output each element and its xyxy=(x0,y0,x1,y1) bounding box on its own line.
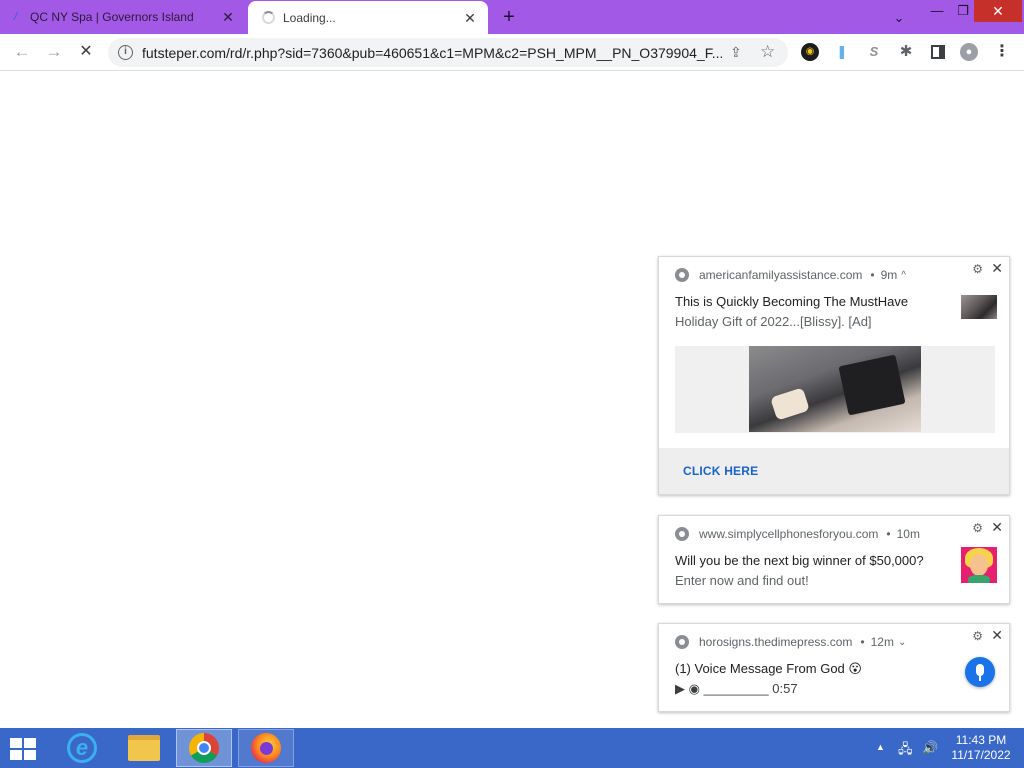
internet-explorer-taskbar-button[interactable]: e xyxy=(54,729,110,767)
notification-time: 9m xyxy=(880,268,898,282)
chrome-small-icon xyxy=(675,527,689,541)
notification-close-icon[interactable]: ✕ xyxy=(991,519,1003,536)
new-tab-button[interactable]: + xyxy=(498,6,520,28)
clock-time: 11:43 PM xyxy=(955,733,1007,747)
notification-header: www.simplycellphonesforyou.com • 10m xyxy=(675,526,920,542)
site-info-icon[interactable]: i xyxy=(118,45,133,60)
notification-action-bar: CLICK HERE xyxy=(659,448,1009,494)
collapse-chevron-icon[interactable]: ^ xyxy=(901,270,906,281)
chrome-small-icon xyxy=(675,268,689,282)
start-tile xyxy=(24,738,36,748)
tab-loading[interactable]: Loading... ✕ xyxy=(248,1,488,34)
system-clock[interactable]: 11:43 PM 11/17/2022 xyxy=(948,733,1014,763)
loading-spinner-icon xyxy=(262,11,275,24)
notification-site: americanfamilyassistance.com xyxy=(699,268,863,282)
separator-dot: • xyxy=(860,635,865,649)
chrome-taskbar-button[interactable] xyxy=(176,729,232,767)
volume-icon[interactable]: 🔊 xyxy=(922,740,938,756)
side-panel-icon[interactable] xyxy=(929,43,947,61)
settings-gear-icon[interactable]: ⚙ xyxy=(972,521,983,535)
separator-dot: • xyxy=(870,268,875,282)
network-icon[interactable]: 🖧 xyxy=(898,740,913,762)
notification-header: horosigns.thedimepress.com • 12m ⌄ xyxy=(675,634,906,650)
window-close-button[interactable]: ✕ xyxy=(974,0,1022,22)
firefox-taskbar-button[interactable] xyxy=(238,729,294,767)
extension-icon-1[interactable]: ◉ xyxy=(801,43,819,61)
clock-date: 11/17/2022 xyxy=(951,748,1011,762)
tab-qc-ny-spa[interactable]: / QC NY Spa | Governors Island ✕ xyxy=(0,0,246,34)
back-arrow-icon[interactable]: ← xyxy=(10,40,34,64)
forward-arrow-icon[interactable]: → xyxy=(42,40,66,64)
settings-gear-icon[interactable]: ⚙ xyxy=(972,629,983,643)
notification-title: Will you be the next big winner of $50,0… xyxy=(675,553,924,568)
chrome-small-icon xyxy=(675,635,689,649)
page-favicon-icon: / xyxy=(14,11,18,23)
cartoon-avatar-thumbnail xyxy=(961,547,997,583)
stop-loading-icon[interactable]: ✕ xyxy=(74,40,98,64)
notification-title: (1) Voice Message From God 😮 xyxy=(675,661,862,676)
pillow-shape xyxy=(770,387,810,421)
puzzle-icon[interactable]: ✱ xyxy=(897,43,915,61)
notification-body: Enter now and find out! xyxy=(675,573,809,588)
extension-icon-3[interactable]: S xyxy=(865,43,883,61)
notification-close-icon[interactable]: ✕ xyxy=(991,627,1003,644)
notification-header: americanfamilyassistance.com • 9m ^ xyxy=(675,267,906,283)
notification-title: This is Quickly Becoming The MustHave xyxy=(675,294,909,309)
chrome-icon xyxy=(189,733,219,763)
extension-icon-2[interactable]: ❚ xyxy=(833,43,851,61)
separator-dot: • xyxy=(886,527,891,541)
file-explorer-taskbar-button[interactable] xyxy=(116,729,172,767)
notification-card[interactable]: horosigns.thedimepress.com • 12m ⌄ ⚙ ✕ (… xyxy=(658,623,1010,712)
settings-gear-icon[interactable]: ⚙ xyxy=(972,262,983,276)
bookmark-star-icon[interactable]: ☆ xyxy=(760,42,775,62)
gift-product-image xyxy=(749,346,921,432)
windows-taskbar: e ▲ 🖧 🔊 11:43 PM 11/17/2022 xyxy=(0,728,1024,768)
notification-card[interactable]: americanfamilyassistance.com • 9m ^ ⚙ ✕ … xyxy=(658,256,1010,495)
browser-toolbar: ← → ✕ i futsteper.com/rd/r.php?sid=7360&… xyxy=(0,34,1024,71)
gift-box-shape xyxy=(838,354,906,416)
microphone-icon xyxy=(965,657,995,687)
notification-close-icon[interactable]: ✕ xyxy=(991,260,1003,277)
notification-body: Holiday Gift of 2022...[Blissy]. [Ad] xyxy=(675,314,872,329)
notification-card[interactable]: www.simplycellphonesforyou.com • 10m ⚙ ✕… xyxy=(658,515,1010,604)
desktop-screen: / QC NY Spa | Governors Island ✕ Loading… xyxy=(0,0,1024,768)
tab-title: QC NY Spa | Governors Island xyxy=(30,10,194,24)
tab-search-dropdown-icon[interactable]: ⌄ xyxy=(882,7,916,29)
avatar-face xyxy=(970,554,988,576)
internet-explorer-icon: e xyxy=(67,733,97,763)
start-tile xyxy=(10,750,22,760)
share-icon[interactable]: ⇪ xyxy=(730,44,742,61)
start-tile xyxy=(10,738,22,748)
tab-close-icon[interactable]: ✕ xyxy=(462,10,478,26)
start-tile xyxy=(24,750,36,760)
avatar-collar xyxy=(968,575,990,583)
notification-site: horosigns.thedimepress.com xyxy=(699,635,853,649)
click-here-button[interactable]: CLICK HERE xyxy=(683,464,758,478)
notification-thumbnail xyxy=(961,295,997,319)
profile-icon[interactable]: ● xyxy=(960,43,978,61)
tab-close-icon[interactable]: ✕ xyxy=(220,9,236,25)
notification-image-area xyxy=(675,346,995,433)
file-explorer-icon xyxy=(128,735,160,761)
voice-message-player: ▶ ◉ _________ 0:57 xyxy=(675,681,798,696)
windows-start-button[interactable] xyxy=(8,737,38,761)
tab-title: Loading... xyxy=(283,10,336,25)
expand-chevron-icon[interactable]: ⌄ xyxy=(898,637,906,648)
firefox-icon xyxy=(251,733,281,763)
notification-time: 10m xyxy=(896,527,920,541)
address-bar[interactable]: i futsteper.com/rd/r.php?sid=7360&pub=46… xyxy=(108,38,788,67)
url-text[interactable]: futsteper.com/rd/r.php?sid=7360&pub=4606… xyxy=(142,45,722,61)
notification-time: 12m xyxy=(870,635,894,649)
browser-tab-strip: / QC NY Spa | Governors Island ✕ Loading… xyxy=(0,0,1024,34)
show-hidden-icons-arrow-icon[interactable]: ▲ xyxy=(876,742,885,752)
notification-site: www.simplycellphonesforyou.com xyxy=(699,527,879,541)
menu-kebab-icon[interactable]: ⋮ xyxy=(993,43,1011,61)
